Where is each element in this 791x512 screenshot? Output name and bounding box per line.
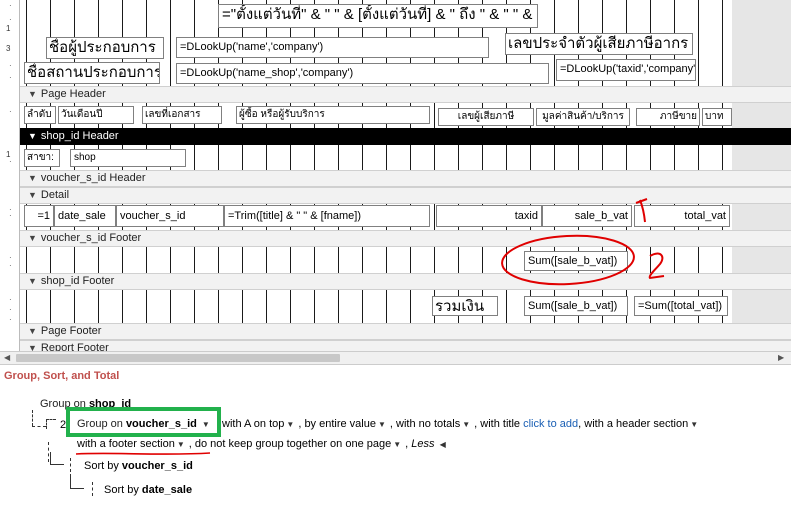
chevron-down-icon[interactable]: ▼	[177, 440, 185, 449]
chevron-down-icon[interactable]: ▼	[690, 420, 698, 429]
tree-line	[50, 452, 51, 464]
sort-field[interactable]: voucher_s_id	[122, 460, 193, 472]
sort-row-date[interactable]: Sort by date_sale	[104, 484, 192, 496]
scroll-right-icon[interactable]: ▶	[778, 353, 784, 362]
keep-together-option[interactable]: do not keep group together on one page	[195, 438, 391, 450]
chevron-down-icon[interactable]: ▼	[393, 440, 401, 449]
sort-row-voucher[interactable]: Sort by voucher_s_id	[84, 460, 193, 472]
annotation-two-stroke	[648, 252, 665, 280]
tree-line	[50, 464, 64, 465]
chevron-down-icon[interactable]: ▼	[286, 420, 294, 429]
annotation-circle	[501, 234, 635, 286]
tree-line	[70, 488, 84, 489]
tree-line	[70, 458, 71, 472]
title-option: with title	[480, 418, 521, 430]
scroll-thumb[interactable]	[16, 354, 340, 362]
tree-line	[48, 442, 49, 462]
group-options-line1: with A on top ▼, by entire value ▼, with n…	[222, 418, 699, 430]
tree-line	[92, 482, 93, 496]
footer-underline-annotation	[75, 452, 211, 455]
annotation-layer	[501, 198, 665, 286]
value-option[interactable]: by entire value	[304, 418, 376, 430]
sort-prefix: Sort by	[84, 460, 119, 472]
order-option[interactable]: with A on top	[222, 418, 284, 430]
title-add-link[interactable]: click to add	[523, 418, 578, 430]
tree-line	[46, 419, 56, 429]
sort-field[interactable]: date_sale	[142, 484, 192, 496]
sort-prefix: Sort by	[104, 484, 139, 496]
totals-option[interactable]: with no totals	[396, 418, 460, 430]
collapse-left-icon[interactable]: ◀	[440, 440, 446, 449]
less-link[interactable]: Less	[411, 438, 434, 450]
gss-pane-title: Group, Sort, and Total	[4, 370, 120, 382]
chevron-down-icon[interactable]: ▼	[378, 420, 386, 429]
tree-line	[32, 410, 33, 426]
tree-line	[32, 426, 46, 427]
chevron-down-icon[interactable]: ▼	[462, 420, 470, 429]
annotation-one-stroke	[639, 199, 646, 223]
highlight-box	[66, 407, 221, 437]
scroll-left-icon[interactable]: ◀	[4, 353, 10, 362]
header-option[interactable]: with a header section	[584, 418, 688, 430]
design-horizontal-scrollbar[interactable]: ◀ ▶	[0, 351, 791, 365]
report-design-surface[interactable]: · · 1 3 · · · 1 · · · · · · · · ="ตั้งแต…	[0, 0, 791, 351]
tree-line	[70, 474, 71, 488]
